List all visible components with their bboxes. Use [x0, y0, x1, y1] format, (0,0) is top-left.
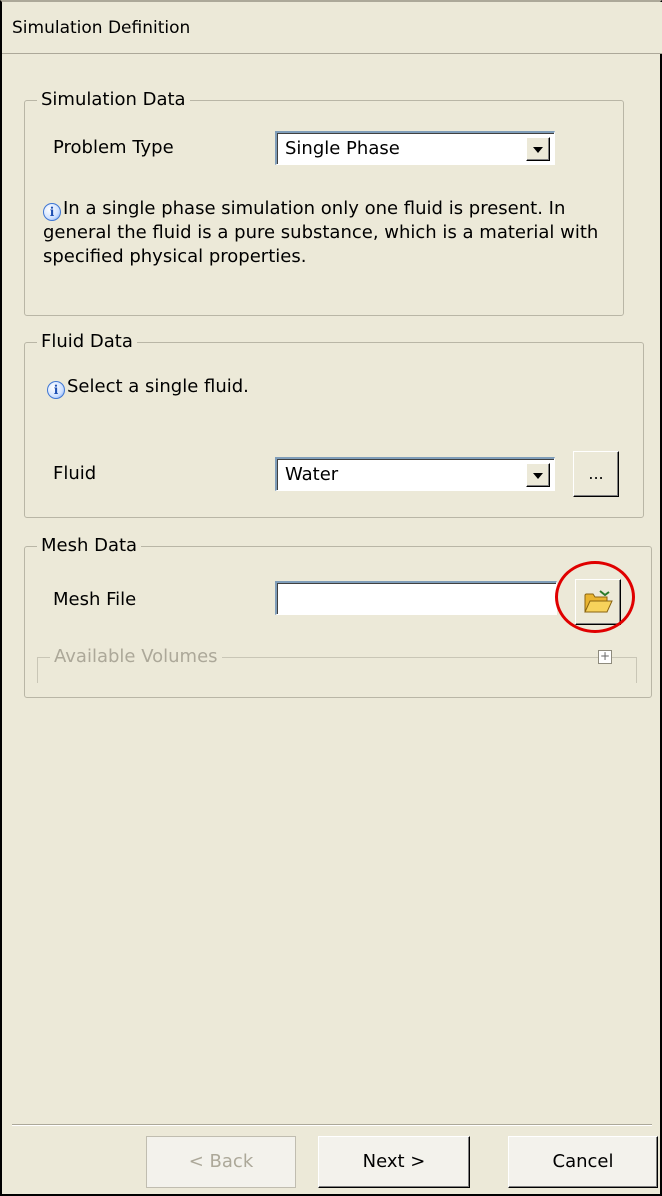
- simulation-data-legend: Simulation Data: [37, 89, 190, 111]
- available-volumes-legend: Available Volumes: [50, 646, 222, 667]
- expand-icon[interactable]: +: [598, 650, 612, 664]
- title-bar: Simulation Definition: [2, 2, 662, 54]
- bottom-separator: [12, 1124, 652, 1126]
- highlight-circle: [555, 561, 635, 633]
- fluid-data-group: Fluid Data i Select a single fluid. Fluid…: [24, 331, 644, 518]
- back-button[interactable]: < Back: [146, 1136, 296, 1188]
- window-title: Simulation Definition: [12, 18, 191, 38]
- mesh-data-legend: Mesh Data: [37, 535, 142, 557]
- available-volumes-group: Available Volumes +: [37, 646, 637, 683]
- mesh-file-input[interactable]: [275, 581, 557, 615]
- info-icon: i: [47, 381, 65, 399]
- simulation-data-group: Simulation Data Problem Type Single Phas…: [24, 89, 624, 316]
- mesh-file-label: Mesh File: [53, 589, 137, 610]
- browse-label: ...: [588, 464, 604, 483]
- chevron-down-icon[interactable]: [526, 137, 550, 161]
- chevron-down-icon[interactable]: [526, 463, 550, 487]
- cancel-button[interactable]: Cancel: [508, 1136, 658, 1188]
- info-icon: i: [43, 203, 61, 221]
- fluid-info-text: i Select a single fluid.: [47, 375, 249, 399]
- fluid-value: Water: [285, 464, 339, 485]
- next-button[interactable]: Next >: [318, 1136, 470, 1188]
- fluid-data-legend: Fluid Data: [37, 331, 137, 353]
- fluid-browse-button[interactable]: ...: [573, 451, 619, 497]
- simulation-definition-panel: Simulation Definition Simulation Data Pr…: [0, 0, 662, 1196]
- problem-type-label: Problem Type: [53, 137, 174, 158]
- mesh-data-group: Mesh Data Mesh File Available Volumes +: [24, 535, 652, 698]
- fluid-select[interactable]: Water: [275, 457, 555, 491]
- fluid-label: Fluid: [53, 463, 97, 484]
- simulation-info-text: i In a single phase simulation only one f…: [43, 198, 599, 267]
- problem-type-value: Single Phase: [285, 138, 400, 159]
- problem-type-select[interactable]: Single Phase: [275, 131, 555, 165]
